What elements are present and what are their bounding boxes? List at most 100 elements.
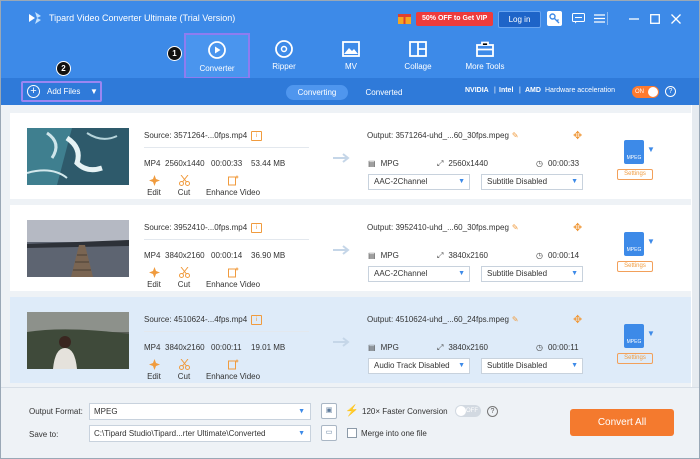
title-divider — [607, 12, 608, 25]
source-filename: Source: 4510624-...4fps.mp4 i — [144, 315, 263, 325]
caret-down-icon[interactable]: ▼ — [647, 237, 655, 246]
minimize-icon[interactable] — [626, 11, 641, 26]
enhance-video-button[interactable]: Enhance Video — [200, 359, 266, 381]
clock-icon: ◷ — [536, 343, 543, 352]
folder-icon[interactable]: ▭ — [321, 425, 337, 441]
convert-all-button[interactable]: Convert All — [570, 409, 674, 436]
pencil-icon[interactable]: ✎ — [512, 131, 519, 140]
subtitle-select[interactable]: Subtitle Disabled ▼ — [481, 266, 583, 282]
source-format: MP4 — [144, 159, 161, 168]
merge-checkbox[interactable] — [347, 428, 357, 438]
save-path-select[interactable]: C:\Tipard Studio\Tipard...rter Ultimate\… — [89, 425, 311, 442]
video-thumbnail[interactable] — [27, 128, 129, 185]
nav-mv[interactable]: MV — [318, 35, 384, 78]
resize-icon: ⤢ — [437, 159, 444, 168]
hw-separator: | — [519, 87, 521, 94]
question-icon[interactable]: ? — [487, 406, 498, 417]
settings-button[interactable]: Settings — [617, 261, 653, 272]
login-button[interactable]: Log in — [498, 11, 541, 28]
settings-button[interactable]: Settings — [617, 169, 653, 180]
rename-icon[interactable]: i — [251, 223, 263, 233]
merge-label[interactable]: Merge into one file — [361, 429, 427, 438]
scrollbar[interactable] — [692, 105, 699, 387]
arrow-right-icon — [333, 245, 350, 255]
file-row[interactable]: Source: 4510624-...4fps.mp4 i MP4 3840x21… — [10, 297, 691, 383]
audio-track-select[interactable]: Audio Track Disabled ▼ — [368, 358, 470, 374]
tab-converted[interactable]: Converted — [357, 85, 411, 100]
caret-down-icon[interactable]: ▼ — [647, 145, 655, 154]
hw-separator: | — [494, 87, 496, 94]
source-resolution: 3840x2160 — [165, 343, 205, 352]
cut-button[interactable]: Cut — [164, 267, 204, 289]
source-size: 19.01 MB — [251, 343, 286, 352]
output-format-badge[interactable]: MPEG — [624, 140, 644, 164]
nav-label: MV — [345, 62, 357, 71]
nav-ripper[interactable]: Ripper — [251, 35, 317, 78]
audio-track-select[interactable]: AAC-2Channel ▼ — [368, 174, 470, 190]
file-row[interactable]: Source: 3952410-...0fps.mp4 i MP4 3840x21… — [10, 205, 691, 291]
output-format-select[interactable]: MPEG ▼ — [89, 403, 311, 420]
close-icon[interactable] — [668, 11, 683, 26]
nav-collage[interactable]: Collage — [385, 35, 451, 78]
clock-icon: ◷ — [536, 251, 543, 260]
video-thumbnail[interactable] — [27, 220, 129, 277]
app-logo-icon — [29, 12, 41, 24]
subtitle-select[interactable]: Subtitle Disabled ▼ — [481, 174, 583, 190]
tab-converting[interactable]: Converting — [286, 85, 348, 100]
move-icon[interactable]: ✥ — [573, 313, 582, 326]
caret-down-icon: ▼ — [571, 270, 578, 277]
audio-track-select[interactable]: AAC-2Channel ▼ — [368, 266, 470, 282]
feedback-icon[interactable] — [571, 11, 586, 26]
hw-acceleration-toggle[interactable]: ON — [632, 86, 659, 98]
caret-down-icon[interactable]: ▼ — [647, 329, 655, 338]
file-list: Source: 3571264-...0fps.mp4 i MP4 2560x14… — [1, 105, 691, 387]
move-icon[interactable]: ✥ — [573, 221, 582, 234]
faster-conversion-toggle[interactable]: OFF — [455, 405, 481, 417]
settings-button[interactable]: Settings — [617, 353, 653, 364]
output-filename: Output: 3952410-uhd_...60_30fps.mpeg ✎ — [367, 223, 519, 232]
enhance-video-button[interactable]: Enhance Video — [200, 175, 266, 197]
move-icon[interactable]: ✥ — [573, 129, 582, 142]
caret-down-icon: ▼ — [458, 178, 465, 185]
format-settings-icon[interactable]: ▣ — [321, 403, 337, 419]
output-format-badge[interactable]: MPEG — [624, 232, 644, 256]
arrow-right-icon — [333, 337, 350, 347]
key-icon[interactable] — [547, 11, 562, 26]
subtitle-select[interactable]: Subtitle Disabled ▼ — [481, 358, 583, 374]
output-format: ▤ MPG — [368, 343, 399, 352]
menu-icon[interactable] — [592, 11, 607, 26]
cut-button[interactable]: Cut — [164, 175, 204, 197]
output-resolution: ⤢ 2560x1440 — [437, 159, 488, 168]
nav-more-tools[interactable]: More Tools — [452, 35, 518, 78]
output-format-badge[interactable]: MPEG — [624, 324, 644, 348]
video-thumbnail[interactable] — [27, 312, 129, 369]
pencil-icon[interactable]: ✎ — [512, 223, 519, 232]
collage-icon — [409, 41, 427, 57]
scissors-icon — [178, 175, 190, 186]
cut-button[interactable]: Cut — [164, 359, 204, 381]
divider — [144, 331, 309, 332]
promo-badge[interactable]: 50% OFF to Get VIP — [416, 12, 494, 26]
add-files-button[interactable]: + Add Files ▼ — [21, 81, 102, 102]
source-resolution: 3840x2160 — [165, 251, 205, 260]
caret-down-icon[interactable]: ▼ — [90, 87, 98, 96]
app-window: Tipard Video Converter Ultimate (Trial V… — [0, 0, 700, 459]
maximize-icon[interactable] — [647, 11, 662, 26]
pencil-icon[interactable]: ✎ — [512, 315, 519, 324]
source-size: 36.90 MB — [251, 251, 286, 260]
help-icon[interactable]: ? — [665, 86, 676, 97]
rename-icon[interactable]: i — [251, 131, 263, 141]
caret-down-icon: ▼ — [298, 408, 305, 415]
output-duration: ◷ 00:00:14 — [536, 251, 580, 260]
film-icon: ▤ — [368, 251, 376, 260]
output-format-label: Output Format: — [29, 407, 83, 416]
file-row[interactable]: Source: 3571264-...0fps.mp4 i MP4 2560x14… — [10, 113, 691, 199]
nav-converter[interactable]: Converter — [184, 33, 250, 79]
rename-icon[interactable]: i — [251, 315, 263, 325]
sub-toolbar: + Add Files ▼ Converting Converted NVIDI… — [1, 78, 699, 105]
gift-icon[interactable] — [397, 10, 412, 25]
nav-label: Converter — [199, 64, 235, 73]
edit-star-icon — [148, 267, 160, 278]
source-duration: 00:00:33 — [211, 159, 243, 168]
enhance-video-button[interactable]: Enhance Video — [200, 267, 266, 289]
